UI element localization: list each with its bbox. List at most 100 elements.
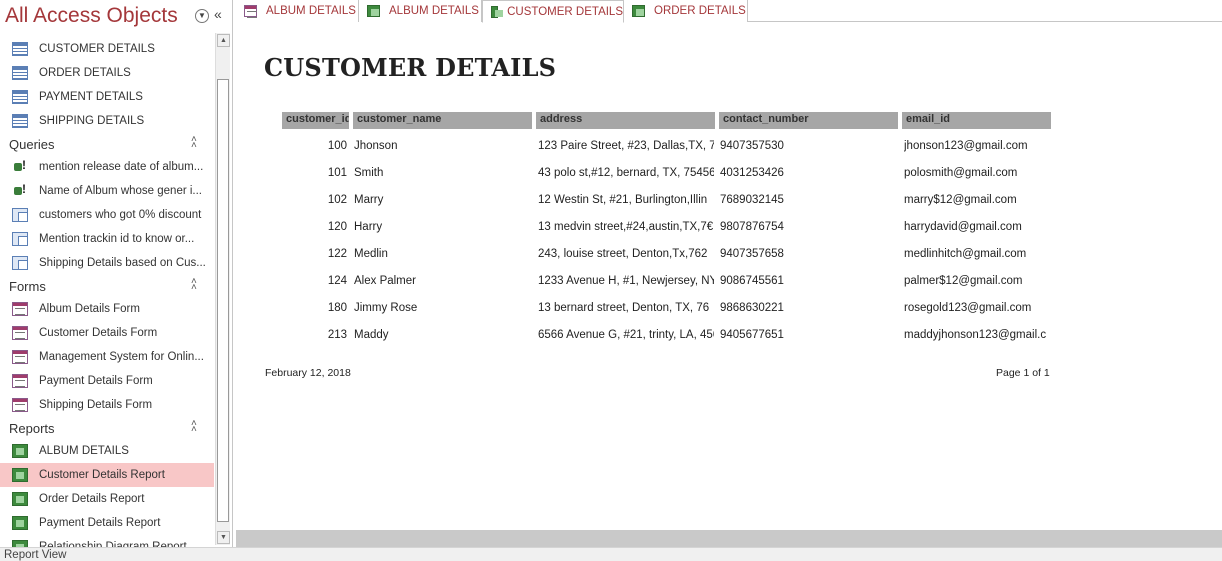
nav-item-query[interactable]: customers who got 0% discount (0, 203, 214, 227)
section-header-label: Reports (9, 420, 55, 436)
table-row: 102 Marry 12 Westin St, #21, Burlington,Il… (236, 187, 1222, 214)
table-row: 213 Maddy 6566 Avenue G, #21, trinty, LA, … (236, 322, 1222, 349)
nav-title[interactable]: All Access Objects (5, 4, 178, 28)
section-header-reports[interactable]: Reports ˄ ˄ (0, 417, 214, 439)
nav-item-table[interactable]: PAYMENT DETAILS (0, 85, 214, 109)
select-query-icon (12, 232, 28, 246)
cell-email-id: palmer$12@gmail.com (904, 275, 1023, 287)
nav-item-report[interactable]: Relationship Diagram Report (0, 535, 214, 547)
nav-item-label: PAYMENT DETAILS (39, 91, 143, 103)
nav-item-query[interactable]: Mention trackin id to know or... (0, 227, 214, 251)
nav-item-label: CUSTOMER DETAILS (39, 43, 155, 55)
cell-contact-number: 9807876754 (720, 221, 784, 233)
nav-item-form[interactable]: Album Details Form (0, 297, 214, 321)
scroll-thumb[interactable] (217, 79, 229, 522)
cell-customer-name: Jimmy Rose (354, 302, 418, 314)
cell-customer-id: 180 (327, 302, 347, 314)
select-query-icon (12, 256, 28, 270)
nav-item-label: Mention trackin id to know or... (39, 233, 195, 245)
nav-item-report[interactable]: Customer Details Report (0, 463, 214, 487)
column-header-email-id: email_id (902, 112, 1051, 129)
report-icon (491, 5, 504, 18)
nav-item-form[interactable]: Payment Details Form (0, 369, 214, 393)
nav-item-label: SHIPPING DETAILS (39, 115, 145, 127)
cell-contact-number: 9086745561 (720, 275, 784, 287)
scroll-down-icon[interactable]: ▼ (217, 531, 230, 544)
nav-item-form[interactable]: Shipping Details Form (0, 393, 214, 417)
table-row: 101 Smith 43 polo st,#12, bernard, TX, 754… (236, 160, 1222, 187)
form-icon (12, 398, 28, 412)
table-row: 100 Jhonson 123 Paire Street, #23, Dallas,… (236, 133, 1222, 160)
cell-contact-number: 7689032145 (720, 194, 784, 206)
nav-item-report[interactable]: Payment Details Report (0, 511, 214, 535)
nav-item-query[interactable]: mention release date of album... (0, 155, 214, 179)
nav-item-label: Payment Details Report (39, 517, 161, 529)
section-header-label: Forms (9, 278, 46, 294)
double-chevron-left-icon[interactable]: « (214, 6, 222, 22)
chevron-down-icon[interactable]: ▼ (195, 9, 209, 23)
nav-item-label: Album Details Form (39, 303, 140, 315)
report-page-number: Page 1 of 1 (996, 367, 1050, 379)
column-header-customer-name: customer_name (353, 112, 532, 129)
nav-item-report[interactable]: ALBUM DETAILS (0, 439, 214, 463)
scroll-up-icon[interactable]: ▲ (217, 34, 230, 47)
nav-item-label: Customer Details Form (39, 327, 158, 339)
tab-document[interactable]: ORDER DETAILS (624, 0, 748, 22)
nav-item-label: customers who got 0% discount (39, 209, 202, 221)
nav-item-report[interactable]: Order Details Report (0, 487, 214, 511)
cell-email-id: jhonson123@gmail.com (904, 140, 1028, 152)
collapse-section-icon[interactable]: ˄ ˄ (191, 419, 197, 435)
report-icon (367, 5, 380, 17)
column-header-customer-id: customer_id (282, 112, 349, 129)
append-query-icon (12, 158, 28, 174)
report-date: February 12, 2018 (265, 367, 351, 379)
cell-email-id: rosegold123@gmail.com (904, 302, 1032, 314)
cell-customer-id: 101 (327, 167, 347, 179)
nav-item-table[interactable]: ORDER DETAILS (0, 61, 214, 85)
nav-item-table[interactable]: CUSTOMER DETAILS (0, 37, 214, 61)
nav-item-label: ALBUM DETAILS (39, 445, 129, 457)
cell-customer-id: 122 (327, 248, 347, 260)
report-title: CUSTOMER DETAILS (264, 53, 557, 82)
cell-customer-id: 100 (327, 140, 347, 152)
navigation-pane: All Access Objects ▼ « CUSTOMER DETAILS O… (0, 0, 233, 547)
cell-contact-number: 4031253426 (720, 167, 784, 179)
section-header-queries[interactable]: Queries ˄ ˄ (0, 133, 214, 155)
nav-item-form[interactable]: Management System for Onlin... (0, 345, 214, 369)
tab-document[interactable]: CUSTOMER DETAILS (482, 0, 624, 23)
nav-item-query[interactable]: Shipping Details based on Cus... (0, 251, 214, 275)
cell-address: 1233 Avenue H, #1, Newjersey, NY (538, 275, 714, 287)
nav-item-table[interactable]: SHIPPING DETAILS (0, 109, 214, 133)
tab-document[interactable]: ALBUM DETAILS (236, 0, 359, 22)
nav-item-form[interactable]: Customer Details Form (0, 321, 214, 345)
report-icon (632, 5, 645, 17)
cell-customer-name: Jhonson (354, 140, 398, 152)
nav-scrollbar[interactable]: ▲ ▼ (215, 33, 230, 545)
collapse-section-icon[interactable]: ˄ ˄ (191, 135, 197, 151)
report-view: CUSTOMER DETAILS February 12, 2018 Page … (236, 23, 1222, 530)
cell-address: 6566 Avenue G, #21, trinty, LA, 456 (538, 329, 714, 341)
table-row: 120 Harry 13 medvin street,#24,austin,TX,7… (236, 214, 1222, 241)
tab-document[interactable]: ALBUM DETAILS (359, 0, 482, 22)
cell-customer-id: 124 (327, 275, 347, 287)
cell-email-id: medlinhitch@gmail.com (904, 248, 1027, 260)
collapse-section-icon[interactable]: ˄ ˄ (191, 277, 197, 293)
form-icon (12, 326, 28, 340)
report-icon (12, 444, 28, 458)
nav-header: All Access Objects ▼ « (0, 0, 232, 34)
report-icon (12, 492, 28, 506)
nav-item-label: mention release date of album... (39, 161, 204, 173)
tab-label: CUSTOMER DETAILS (507, 5, 623, 18)
nav-item-label: ORDER DETAILS (39, 67, 131, 79)
nav-item-query[interactable]: Name of Album whose gener i... (0, 179, 214, 203)
section-header-forms[interactable]: Forms ˄ ˄ (0, 275, 214, 297)
cell-customer-name: Alex Palmer (354, 275, 416, 287)
form-icon (244, 5, 257, 18)
table-row: 180 Jimmy Rose 13 bernard street, Denton, … (236, 295, 1222, 322)
nav-object-list: CUSTOMER DETAILS ORDER DETAILS PAYMENT DET… (0, 37, 214, 547)
cell-address: 12 Westin St, #21, Burlington,Illin (538, 194, 708, 206)
table-row: 122 Medlin 243, louise street, Denton,Tx,7… (236, 241, 1222, 268)
report-icon (12, 516, 28, 530)
cell-customer-name: Marry (354, 194, 384, 206)
cell-contact-number: 9405677651 (720, 329, 784, 341)
